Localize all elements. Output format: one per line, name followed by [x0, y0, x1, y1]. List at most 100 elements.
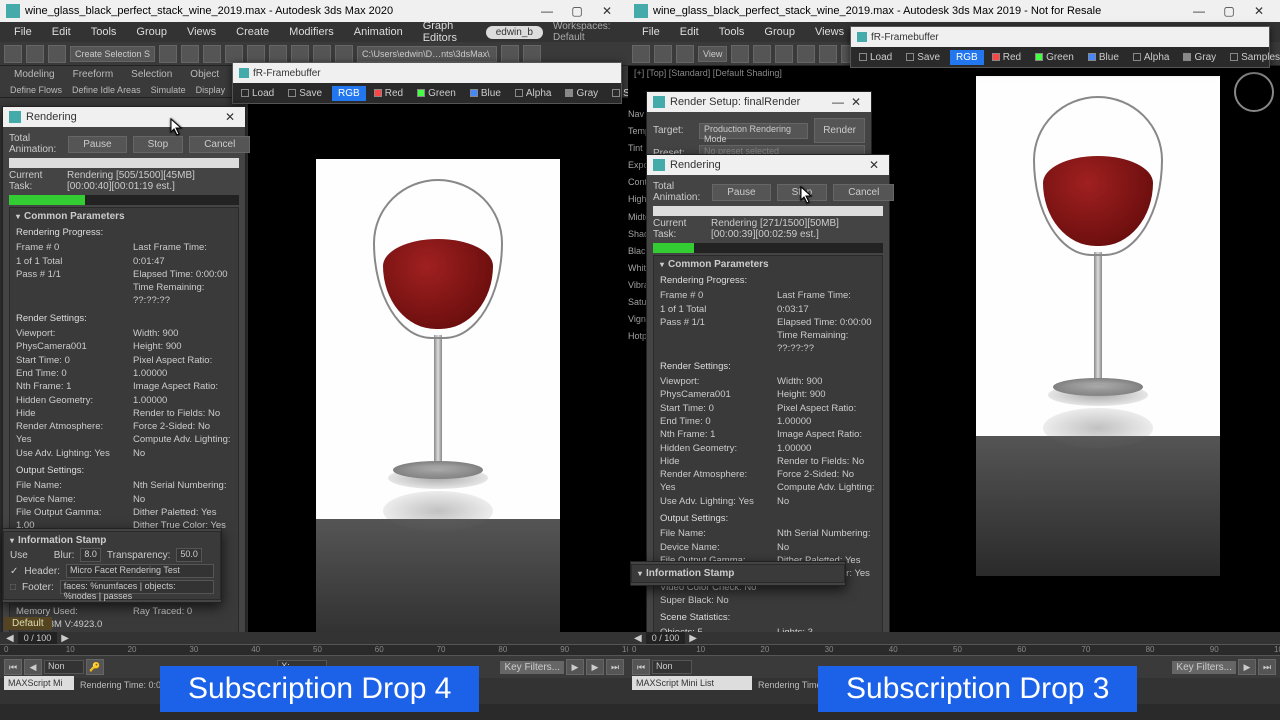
viewport-label[interactable]: [+] [Top] [Standard] [Default Shading] [634, 68, 782, 78]
define-idle[interactable]: Define Idle Areas [68, 85, 145, 95]
tool-icon[interactable] [181, 45, 199, 63]
transparency-input[interactable]: 50.0 [176, 548, 202, 562]
minimize-button[interactable]: — [532, 1, 562, 21]
fb-gray[interactable]: Gray [1177, 50, 1222, 65]
info-stamp-header[interactable]: Information Stamp [638, 568, 838, 579]
fb-green[interactable]: Green [1029, 50, 1080, 65]
menu-edit[interactable]: Edit [670, 24, 709, 40]
fb-save[interactable]: Save [900, 50, 946, 65]
blur-input[interactable]: 8.0 [80, 548, 101, 562]
close-icon[interactable]: ✕ [847, 95, 865, 109]
tool-icon[interactable] [523, 45, 541, 63]
tool-icon[interactable] [203, 45, 221, 63]
fb-samples[interactable]: Samples [1224, 50, 1280, 65]
tool-icon[interactable] [731, 45, 749, 63]
tool-icon[interactable] [225, 45, 243, 63]
menu-group[interactable]: Group [754, 24, 805, 40]
close-button[interactable]: ✕ [1244, 1, 1274, 21]
close-icon[interactable]: ✕ [221, 110, 239, 124]
link-button[interactable] [48, 45, 66, 63]
redo-button[interactable] [26, 45, 44, 63]
framebuffer-window[interactable]: fR-Framebuffer Load Save RGB Red Green B… [232, 62, 622, 104]
time-ruler[interactable]: 0102030405060708090100 [0, 644, 628, 656]
close-icon[interactable]: ✕ [865, 158, 883, 172]
render-button[interactable]: Render [814, 118, 865, 143]
tool-icon[interactable] [819, 45, 837, 63]
viewport[interactable] [248, 98, 628, 720]
tool-icon[interactable] [797, 45, 815, 63]
ribbon-freeform[interactable]: Freeform [65, 69, 122, 80]
fb-red[interactable]: Red [986, 50, 1027, 65]
close-button[interactable]: ✕ [592, 1, 622, 21]
fb-rgb[interactable]: RGB [950, 50, 984, 65]
tool-icon[interactable] [313, 45, 331, 63]
viewcube[interactable] [1234, 72, 1274, 112]
tool-icon[interactable] [269, 45, 287, 63]
tool-icon[interactable] [501, 45, 519, 63]
ribbon-object[interactable]: Object [182, 69, 227, 80]
fb-blue[interactable]: Blue [464, 86, 507, 101]
menu-tools[interactable]: Tools [709, 24, 755, 40]
path-dropdown[interactable]: C:\Users\edwin\D…nts\3dsMax\ [357, 46, 497, 62]
ribbon-selection[interactable]: Selection [123, 69, 180, 80]
goto-end[interactable]: ⏭ [606, 659, 624, 675]
time-field[interactable]: 0 / 100 [18, 632, 58, 644]
ribbon-modeling[interactable]: Modeling [6, 69, 63, 80]
cancel-button[interactable]: Cancel [833, 184, 894, 201]
maximize-button[interactable]: ▢ [562, 1, 592, 21]
common-params-header[interactable]: Common Parameters [16, 211, 232, 222]
fb-alpha[interactable]: Alpha [1127, 50, 1176, 65]
fb-blue[interactable]: Blue [1082, 50, 1125, 65]
titlebar[interactable]: wine_glass_black_perfect_stack_wine_2019… [628, 0, 1280, 22]
display[interactable]: Display [192, 85, 230, 95]
next-frame[interactable]: ▶ [586, 659, 604, 675]
simulate[interactable]: Simulate [147, 85, 190, 95]
view-dropdown[interactable]: View [698, 46, 727, 62]
tool-icon[interactable] [335, 45, 353, 63]
fb-alpha[interactable]: Alpha [509, 86, 558, 101]
key-filters-button[interactable]: Key Filters... [500, 661, 564, 674]
minimize-button[interactable]: — [1184, 1, 1214, 21]
menu-edit[interactable]: Edit [42, 24, 81, 40]
common-params-header[interactable]: Common Parameters [660, 259, 876, 270]
fb-load[interactable]: Load [853, 50, 898, 65]
fb-rgb[interactable]: RGB [332, 86, 366, 101]
footer-input[interactable]: faces: %numfaces | objects: %nodes | pas… [60, 580, 214, 594]
tool-icon[interactable] [676, 45, 694, 63]
stop-button[interactable]: Stop [777, 184, 828, 201]
tool-icon[interactable] [632, 45, 650, 63]
menu-group[interactable]: Group [126, 24, 177, 40]
titlebar[interactable]: wine_glass_black_perfect_stack_wine_2019… [0, 0, 628, 22]
header-input[interactable]: Micro Facet Rendering Test [66, 564, 214, 578]
play[interactable]: ▶ [566, 659, 584, 675]
fb-gray[interactable]: Gray [559, 86, 604, 101]
tool-icon[interactable] [159, 45, 177, 63]
tool-icon[interactable] [291, 45, 309, 63]
menu-views[interactable]: Views [177, 24, 226, 40]
stop-button[interactable]: Stop [133, 136, 184, 153]
menu-file[interactable]: File [4, 24, 42, 40]
time-ruler[interactable]: 0102030405060708090100 [628, 644, 1280, 656]
key-filters-button[interactable]: Key Filters... [1172, 661, 1236, 674]
target-dropdown[interactable]: Production Rendering Mode [699, 123, 808, 139]
rendering-dialog[interactable]: Rendering✕ Total Animation: Pause Stop C… [646, 154, 890, 712]
pause-button[interactable]: Pause [712, 184, 770, 201]
non-input[interactable]: Non [44, 660, 84, 674]
goto-start[interactable]: ⏮ [4, 659, 22, 675]
time-field[interactable]: 0 / 100 [646, 632, 686, 644]
menu-create[interactable]: Create [226, 24, 279, 40]
menu-views[interactable]: Views [805, 24, 854, 40]
user-badge[interactable]: edwin_b [486, 26, 543, 39]
maxscript-listener[interactable]: MAXScript Mi [4, 676, 74, 690]
fb-load[interactable]: Load [235, 86, 280, 101]
menu-file[interactable]: File [632, 24, 670, 40]
tool-icon[interactable] [753, 45, 771, 63]
framebuffer-window[interactable]: fR-Framebuffer Load Save RGB Red Green B… [850, 26, 1270, 68]
define-flows[interactable]: Define Flows [6, 85, 66, 95]
tool-icon[interactable] [775, 45, 793, 63]
pause-button[interactable]: Pause [68, 136, 126, 153]
fb-green[interactable]: Green [411, 86, 462, 101]
prev-frame[interactable]: ◀ [24, 659, 42, 675]
key-toggle[interactable]: 🔑 [86, 659, 104, 675]
goto-start[interactable]: ⏮ [632, 659, 650, 675]
